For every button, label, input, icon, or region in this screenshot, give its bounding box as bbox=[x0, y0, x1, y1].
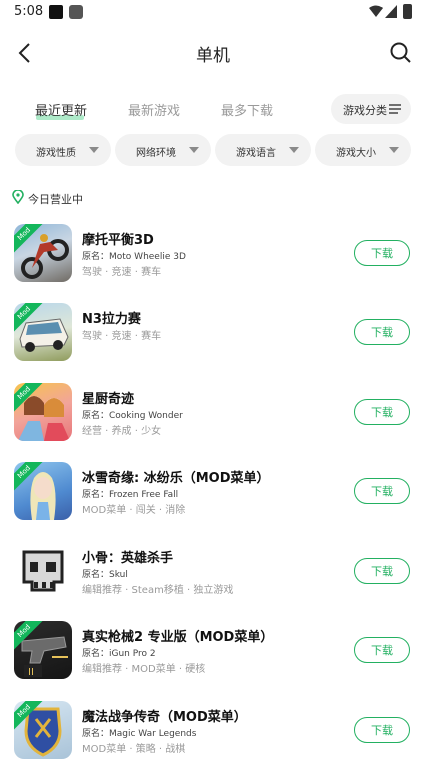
filter-label: 游戏大小 bbox=[336, 148, 376, 159]
download-button[interactable]: 下载 bbox=[354, 637, 410, 663]
download-button[interactable]: 下载 bbox=[354, 558, 410, 584]
svg-text:II: II bbox=[28, 667, 34, 678]
location-pin-icon bbox=[12, 190, 24, 204]
filter-label: 游戏性质 bbox=[36, 148, 76, 159]
original-name: 原名：Cooking Wonder bbox=[82, 411, 183, 421]
section-title: 今日营业中 bbox=[28, 193, 83, 206]
download-button[interactable]: 下载 bbox=[354, 478, 410, 504]
tab-recent-update[interactable]: 最近更新 bbox=[35, 100, 87, 119]
game-tags: 驾驶 · 竞速 · 赛车 bbox=[82, 267, 162, 278]
game-category-button[interactable]: 游戏分类 bbox=[331, 94, 411, 124]
game-tags: 编辑推荐 · Steam移植 · 独立游戏 bbox=[82, 585, 234, 596]
original-name: 原名：Skul bbox=[82, 570, 128, 580]
tab-newest-games[interactable]: 最新游戏 bbox=[128, 100, 180, 119]
list-item[interactable]: Mod 冰雪奇缘: 冰纷乐（MOD菜单） 原名：Frozen Free Fall… bbox=[0, 462, 426, 522]
download-button[interactable]: 下载 bbox=[354, 399, 410, 425]
dropdown-arrow-icon bbox=[389, 147, 399, 153]
sort-tabs: 最近更新 最新游戏 最多下载 游戏分类 bbox=[0, 92, 426, 126]
game-tags: 编辑推荐 · MOD菜单 · 硬核 bbox=[82, 664, 206, 675]
page-title: 单机 bbox=[196, 46, 230, 66]
list-item[interactable]: Mod 魔法战争传奇（MOD菜单） 原名：Magic War Legends M… bbox=[0, 701, 426, 761]
game-icon: Mod bbox=[14, 701, 72, 759]
game-name: 真实枪械2 专业版（MOD菜单） bbox=[82, 630, 274, 645]
filter-size[interactable]: 游戏大小 bbox=[315, 134, 411, 166]
menu-icon bbox=[389, 104, 401, 114]
game-icon bbox=[14, 542, 72, 600]
battery-icon bbox=[403, 4, 412, 19]
tab-most-downloaded[interactable]: 最多下载 bbox=[221, 100, 273, 119]
search-icon[interactable] bbox=[388, 40, 414, 66]
original-name: 原名：Frozen Free Fall bbox=[82, 490, 179, 500]
game-name: 小骨：英雄杀手 bbox=[82, 551, 174, 566]
original-name: 原名：iGun Pro 2 bbox=[82, 649, 156, 659]
filter-network[interactable]: 网络环境 bbox=[115, 134, 211, 166]
game-icon: II Mod bbox=[14, 621, 72, 679]
original-name: 原名：Magic War Legends bbox=[82, 729, 197, 739]
download-button[interactable]: 下载 bbox=[354, 240, 410, 266]
filter-label: 网络环境 bbox=[136, 148, 176, 159]
game-name: 摩托平衡3D bbox=[82, 233, 154, 248]
dropdown-arrow-icon bbox=[189, 147, 199, 153]
list-item[interactable]: Mod 星厨奇迹 原名：Cooking Wonder 经营 · 养成 · 少女 … bbox=[0, 383, 426, 443]
filter-bar: 游戏性质 网络环境 游戏语言 游戏大小 bbox=[0, 134, 426, 166]
header: 单机 bbox=[0, 24, 426, 82]
game-icon: Mod bbox=[14, 383, 72, 441]
filter-game-nature[interactable]: 游戏性质 bbox=[15, 134, 111, 166]
list-item[interactable]: 小骨：英雄杀手 原名：Skul 编辑推荐 · Steam移植 · 独立游戏 下载 bbox=[0, 542, 426, 602]
game-icon: Mod bbox=[14, 462, 72, 520]
game-tags: MOD菜单 · 策略 · 战棋 bbox=[82, 744, 186, 755]
list-item[interactable]: Mod N3拉力赛 驾驶 · 竞速 · 赛车 下载 bbox=[0, 303, 426, 363]
game-name: 星厨奇迹 bbox=[82, 392, 135, 407]
game-name: N3拉力赛 bbox=[82, 312, 141, 327]
notification-icon bbox=[49, 5, 63, 19]
filter-language[interactable]: 游戏语言 bbox=[215, 134, 311, 166]
dropdown-arrow-icon bbox=[89, 147, 99, 153]
game-tags: MOD菜单 · 闯关 · 消除 bbox=[82, 505, 186, 516]
dropdown-arrow-icon bbox=[289, 147, 299, 153]
download-button[interactable]: 下载 bbox=[354, 717, 410, 743]
game-category-label: 游戏分类 bbox=[343, 104, 387, 117]
download-button[interactable]: 下载 bbox=[354, 319, 410, 345]
game-tags: 经营 · 养成 · 少女 bbox=[82, 426, 162, 437]
status-time: 5:08 bbox=[14, 4, 44, 19]
game-icon: Mod bbox=[14, 303, 72, 361]
game-name: 冰雪奇缘: 冰纷乐（MOD菜单） bbox=[82, 471, 270, 486]
original-name: 原名：Moto Wheelie 3D bbox=[82, 252, 186, 262]
list-item[interactable]: II Mod 真实枪械2 专业版（MOD菜单） 原名：iGun Pro 2 编辑… bbox=[0, 621, 426, 681]
status-bar: 5:08 bbox=[0, 0, 426, 24]
filter-label: 游戏语言 bbox=[236, 148, 276, 159]
game-tags: 驾驶 · 竞速 · 赛车 bbox=[82, 331, 162, 342]
game-name: 魔法战争传奇（MOD菜单） bbox=[82, 710, 247, 725]
list-item[interactable]: Mod 摩托平衡3D 原名：Moto Wheelie 3D 驾驶 · 竞速 · … bbox=[0, 224, 426, 284]
notification-icon-2 bbox=[69, 5, 83, 19]
game-icon: Mod bbox=[14, 224, 72, 282]
signal-icon bbox=[385, 5, 397, 18]
wifi-icon bbox=[369, 5, 383, 17]
